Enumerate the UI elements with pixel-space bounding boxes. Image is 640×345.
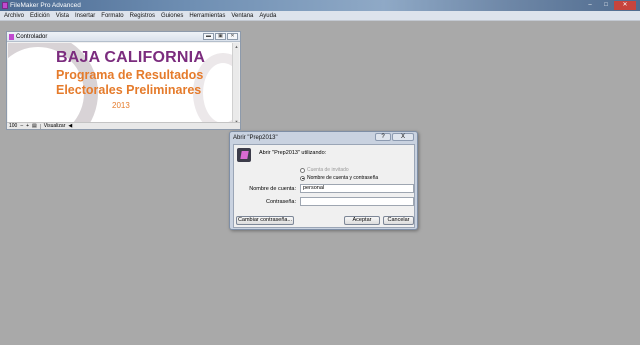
controller-restore-button[interactable]: ▣	[215, 33, 226, 40]
menu-formato[interactable]: Formato	[98, 11, 126, 21]
app-title: FileMaker Pro Advanced	[10, 2, 81, 9]
zoom-level: 100	[9, 123, 18, 129]
guest-radio[interactable]	[300, 167, 305, 173]
menu-archivo[interactable]: Archivo	[1, 11, 27, 21]
account-radio-label: Nombre de cuenta y contraseña	[307, 175, 379, 181]
maximize-button[interactable]: □	[598, 1, 614, 10]
status-toolbar-toggle-icon[interactable]: ▤	[32, 123, 37, 129]
dialog-heading: Abrir "Prep2013" utilizando:	[259, 150, 327, 156]
zoom-in-icon[interactable]: +	[26, 123, 29, 129]
menu-registros[interactable]: Registros	[127, 11, 158, 21]
banner-state-title: BAJA CALIFORNIA	[56, 49, 206, 66]
controller-vertical-scrollbar[interactable]: ▲ ▼	[232, 43, 239, 125]
dialog-body: Abrir "Prep2013" utilizando: Cuenta de i…	[233, 144, 415, 228]
account-name-label: Nombre de cuenta:	[249, 186, 296, 192]
status-divider	[39, 123, 41, 129]
controller-title: Controlador	[16, 34, 48, 40]
filemaker-app-icon	[2, 2, 8, 9]
password-label: Contraseña:	[266, 199, 296, 205]
menu-bar: Archivo Edición Vista Insertar Formato R…	[0, 11, 640, 21]
guest-account-option[interactable]: Cuenta de invitado	[300, 167, 349, 173]
password-input[interactable]	[300, 197, 414, 206]
menu-edicion[interactable]: Edición	[27, 11, 53, 21]
account-name-input[interactable]: personal	[300, 184, 414, 193]
minimize-button[interactable]: –	[582, 1, 598, 10]
banner-year: 2013	[112, 101, 130, 110]
dialog-close-button[interactable]: X	[392, 133, 414, 141]
app-title-bar: FileMaker Pro Advanced – □ ✕	[0, 0, 640, 11]
banner-program-line1: Programa de Resultados	[56, 68, 204, 82]
menu-guiones[interactable]: Guiones	[158, 11, 186, 21]
controller-window-controls: ▬ ▣ ✕	[203, 33, 238, 40]
menu-ventana[interactable]: Ventana	[228, 11, 256, 21]
mode-label[interactable]: Visualizar	[44, 123, 66, 129]
filemaker-doc-icon	[9, 34, 14, 40]
menu-vista[interactable]: Vista	[53, 11, 72, 21]
controller-close-button[interactable]: ✕	[227, 33, 238, 40]
scroll-up-arrow-icon[interactable]: ▲	[234, 44, 239, 49]
zoom-out-icon[interactable]: –	[20, 123, 23, 129]
guest-radio-label: Cuenta de invitado	[307, 167, 349, 173]
banner-program-line2: Electorales Preliminares	[56, 83, 202, 97]
prep-banner: BAJA CALIFORNIA Programa de Resultados E…	[8, 43, 233, 125]
controller-minimize-button[interactable]: ▬	[203, 33, 214, 40]
scroll-left-arrow-icon[interactable]: ◀	[68, 123, 72, 129]
controller-window: Controlador ▬ ▣ ✕ BAJA CALIFORNIA Progra…	[6, 31, 241, 130]
menu-herramientas[interactable]: Herramientas	[186, 11, 228, 21]
close-button[interactable]: ✕	[614, 1, 636, 10]
menu-insertar[interactable]: Insertar	[72, 11, 98, 21]
ok-button[interactable]: Aceptar	[344, 216, 380, 225]
account-radio[interactable]	[300, 175, 305, 181]
window-controls: – □ ✕	[582, 1, 636, 10]
menu-ayuda[interactable]: Ayuda	[256, 11, 279, 21]
change-password-button[interactable]: Cambiar contraseña...	[236, 216, 294, 225]
controller-status-bar: 100 – + ▤ Visualizar ◀	[7, 122, 240, 129]
cancel-button[interactable]: Cancelar	[383, 216, 414, 225]
dialog-title: Abrir "Prep2013"	[233, 135, 278, 141]
account-password-option[interactable]: Nombre de cuenta y contraseña	[300, 175, 378, 181]
dialog-help-button[interactable]: ?	[375, 133, 391, 141]
open-file-dialog: Abrir "Prep2013" ? X Abrir "Prep2013" ut…	[229, 131, 418, 230]
controller-title-bar: Controlador ▬ ▣ ✕	[7, 32, 240, 42]
filemaker-icon	[237, 148, 251, 162]
